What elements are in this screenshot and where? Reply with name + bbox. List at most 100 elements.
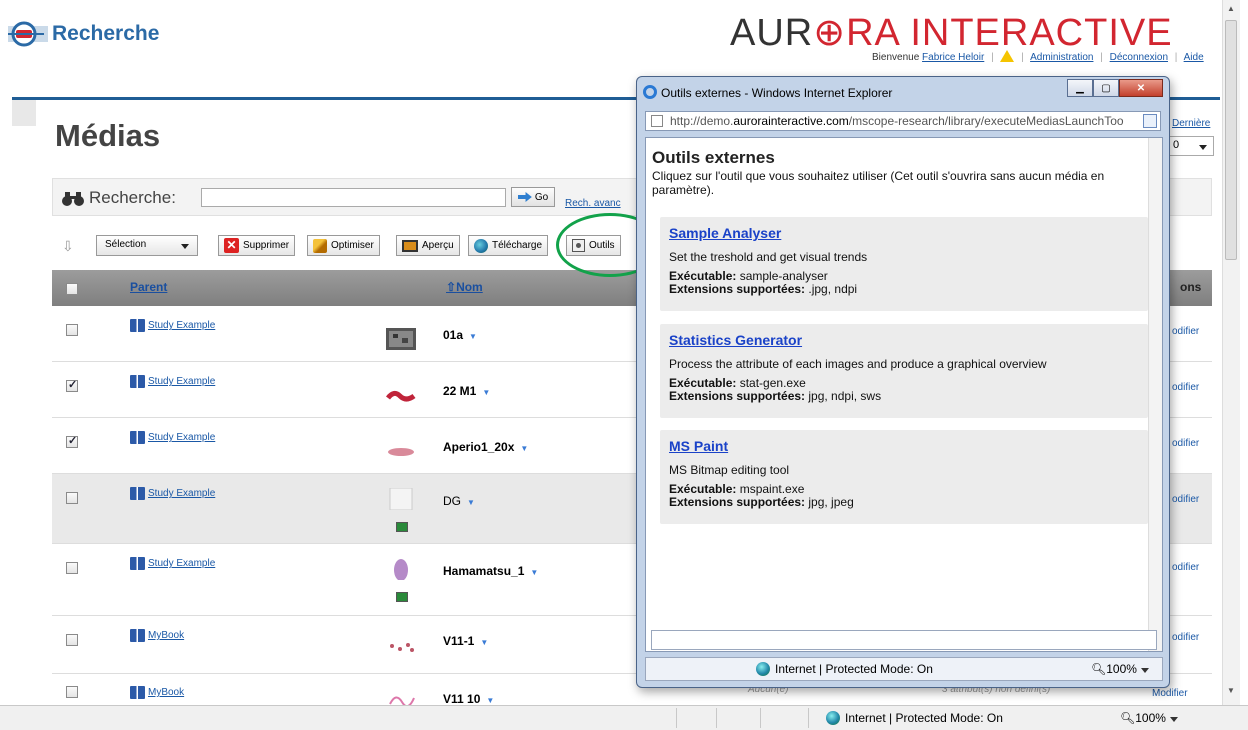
modify-link[interactable]: odifier [1172,632,1199,643]
chevron-down-icon[interactable]: ▼ [469,332,477,341]
chevron-down-icon[interactable]: ▼ [520,444,528,453]
row-checkbox[interactable] [66,686,78,698]
tool-card: Sample Analyser Set the treshold and get… [660,217,1148,311]
scrollbar-thumb[interactable] [1225,20,1237,260]
popup-text-field[interactable] [651,630,1157,650]
address-bar[interactable]: http://demo.aurorainteractive.com/mscope… [645,111,1161,131]
row-checkbox[interactable] [66,378,78,392]
chevron-down-icon[interactable]: ▼ [530,568,538,577]
row-parent-link[interactable]: Study Example [148,432,215,443]
search-input[interactable] [201,188,506,207]
media-thumbnail[interactable] [386,328,416,350]
user-link[interactable]: Fabrice Heloir [922,52,984,63]
media-thumbnail[interactable] [386,440,416,462]
scroll-down-icon[interactable]: ▼ [1227,686,1235,695]
sort-arrow-icon[interactable]: ⇩ [62,238,74,255]
compatibility-view-icon[interactable] [1143,114,1157,128]
chevron-down-icon[interactable]: ▼ [467,498,475,507]
modify-link[interactable]: odifier [1172,326,1199,337]
modify-link[interactable]: Modifier [1152,688,1188,699]
popup-status-bar: Internet | Protected Mode: On 🔍︎100% [645,657,1163,681]
external-tools-window[interactable]: Outils externes - Windows Internet Explo… [636,76,1170,688]
scroll-up-icon[interactable]: ▲ [1227,4,1235,13]
warning-icon[interactable] [1000,50,1015,62]
window-controls: ▁ ▢ ✕ [1067,79,1163,97]
media-name[interactable]: Aperio1_20x ▼ [443,440,528,454]
row-parent-link[interactable]: MyBook [148,687,184,698]
popup-scrollbar[interactable] [1148,138,1162,651]
delete-label: Supprimer [243,240,290,251]
window-title: Outils externes - Windows Internet Explo… [661,86,893,100]
zoom-level: 100% [1106,662,1137,676]
url-path: /mscope-research/library/executeMediasLa… [848,114,1124,128]
modify-link[interactable]: odifier [1172,562,1199,573]
go-button[interactable]: Go [511,187,555,207]
minimize-button[interactable]: ▁ [1067,79,1093,97]
row-checkbox[interactable] [66,634,78,646]
zoom-control[interactable]: 🔍︎100% [1120,711,1178,725]
help-link[interactable]: Aide [1184,52,1204,63]
media-thumbnail[interactable] [386,688,416,705]
modify-link[interactable]: odifier [1172,494,1199,505]
security-zone[interactable]: Internet | Protected Mode: On [826,711,1003,725]
optimize-button[interactable]: Optimiser [307,235,380,256]
row-parent-link[interactable]: Study Example [148,320,215,331]
main-scrollbar[interactable]: ▲ ▼ [1222,0,1240,705]
tool-extensions: jpg, jpeg [808,495,854,509]
globe-icon [756,662,770,676]
study-book-icon [130,319,145,332]
preview-icon [402,239,418,252]
delete-x-icon: ✕ [224,238,239,253]
media-thumbnail[interactable] [386,488,416,510]
go-label: Go [534,191,549,203]
advanced-search-link[interactable]: Rech. avanc [565,198,621,209]
side-tab[interactable] [12,100,36,126]
media-thumbnail[interactable] [386,634,416,656]
page-select[interactable]: 0 [1168,136,1214,156]
column-header-name[interactable]: ⇧Nom [446,280,483,294]
row-checkbox[interactable] [66,434,78,448]
security-zone[interactable]: Internet | Protected Mode: On [756,662,933,676]
logout-link[interactable]: Déconnexion [1110,52,1168,63]
close-button[interactable]: ✕ [1119,79,1163,97]
chevron-down-icon [1140,668,1149,673]
tool-link[interactable]: MS Paint [669,438,1139,454]
row-checkbox[interactable] [66,324,78,336]
study-book-icon [130,431,145,444]
modify-link[interactable]: odifier [1172,382,1199,393]
media-name[interactable]: V11-1 ▼ [443,634,488,648]
study-book-icon [130,375,145,388]
chevron-down-icon[interactable]: ▼ [480,638,488,647]
last-page-link[interactable]: Dernière [1172,118,1210,129]
page-select-value: 0 [1173,139,1180,151]
chevron-down-icon[interactable]: ▼ [486,696,494,705]
row-checkbox[interactable] [66,492,78,504]
maximize-button[interactable]: ▢ [1093,79,1119,97]
media-thumbnail[interactable] [386,558,416,580]
row-parent-link[interactable]: Study Example [148,488,215,499]
zoom-control[interactable]: 🔍︎100% [1091,662,1149,676]
row-parent-link[interactable]: Study Example [148,376,215,387]
browser-status-bar: Internet | Protected Mode: On 🔍︎100% [0,705,1248,730]
media-name[interactable]: Hamamatsu_1 ▼ [443,564,538,578]
select-all-checkbox[interactable] [66,283,78,295]
row-checkbox[interactable] [66,562,78,574]
row-parent-link[interactable]: Study Example [148,558,215,569]
media-name[interactable]: 22 M1 ▼ [443,384,490,398]
column-header-parent[interactable]: Parent [130,280,167,294]
selection-dropdown[interactable]: Sélection [96,235,198,256]
media-thumbnail[interactable] [386,384,416,406]
tool-link[interactable]: Statistics Generator [669,332,1139,348]
media-name[interactable]: 01a ▼ [443,328,477,342]
chevron-down-icon [181,244,189,249]
admin-link[interactable]: Administration [1030,52,1093,63]
media-name[interactable]: V11 10 ▼ [443,692,494,705]
tool-link[interactable]: Sample Analyser [669,225,1139,241]
download-button[interactable]: Télécharge [468,235,549,256]
delete-button[interactable]: ✕ Supprimer [218,235,296,256]
media-name[interactable]: DG ▼ [443,494,475,508]
modify-link[interactable]: odifier [1172,438,1199,449]
chevron-down-icon[interactable]: ▼ [482,388,490,397]
preview-button[interactable]: Aperçu [396,235,460,256]
row-parent-link[interactable]: MyBook [148,630,184,641]
